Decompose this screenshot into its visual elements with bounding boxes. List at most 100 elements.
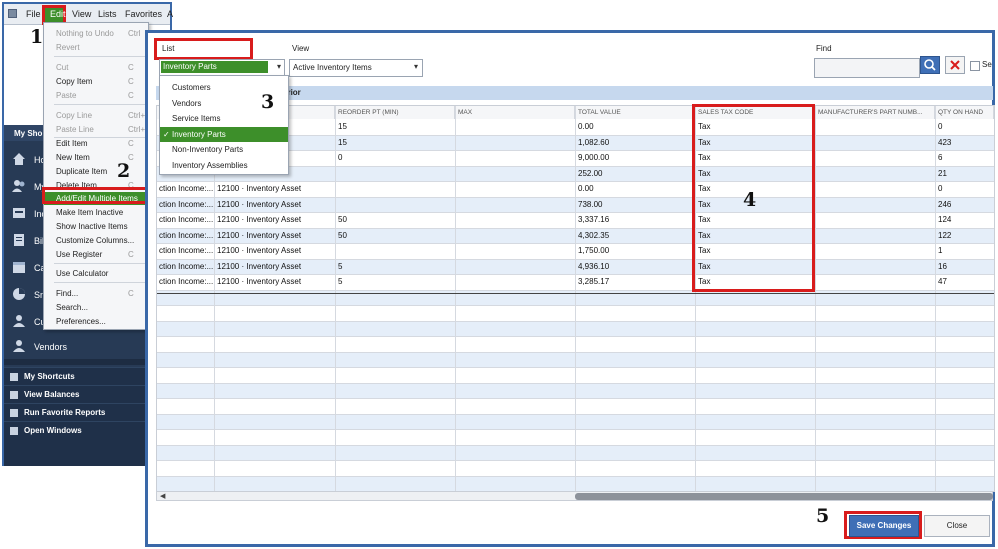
cell-asset[interactable]: 12100 · Inventory Asset — [217, 262, 334, 271]
cell-total[interactable]: 0.00 — [578, 184, 694, 193]
column-header-mfr-part-number[interactable]: MANUFACTURER'S PART NUMB... — [815, 106, 935, 119]
menu-item-make-inactive[interactable]: Make Item Inactive — [44, 206, 148, 219]
chevron-down-icon: ▾ — [413, 62, 418, 71]
cell-qty[interactable]: 1 — [938, 246, 993, 255]
menu-item-label: Show Inactive Items — [56, 222, 128, 231]
menu-separator — [54, 104, 146, 105]
cell-qty[interactable]: 6 — [938, 153, 993, 162]
column-header-total-value[interactable]: TOTAL VALUE — [575, 106, 695, 119]
menu-item-duplicate-item[interactable]: Duplicate Item — [44, 165, 148, 178]
cell-qty[interactable]: 124 — [938, 215, 993, 224]
find-button[interactable] — [920, 56, 940, 74]
menu-shortcut: C — [128, 91, 134, 100]
shortcut-icon — [10, 373, 18, 381]
cell-total[interactable]: 252.00 — [578, 169, 694, 178]
column-divider — [935, 106, 936, 491]
cell-total[interactable]: 3,337.16 — [578, 215, 694, 224]
menu-lists[interactable]: Lists — [98, 9, 117, 19]
menu-item-label: Edit Item — [56, 139, 88, 148]
cell-asset[interactable]: 12100 · Inventory Asset — [217, 184, 334, 193]
edit-menu-dropdown: Nothing to Undo Ctrl Revert Cut C Copy Ite… — [43, 22, 149, 330]
list-option[interactable]: Inventory Assemblies — [160, 158, 288, 173]
scroll-left-icon[interactable]: ◀ — [160, 492, 165, 500]
list-option[interactable]: ✓ Inventory Parts — [160, 126, 288, 142]
menu-item-use-register[interactable]: Use Register C — [44, 248, 148, 261]
menu-separator — [54, 263, 146, 264]
menu-item-edit-item[interactable]: Edit Item C — [44, 137, 148, 150]
cell-qty[interactable]: 21 — [938, 169, 993, 178]
cell-income[interactable]: ction Income:... — [159, 246, 214, 255]
cell-qty[interactable]: 246 — [938, 200, 993, 209]
cell-total[interactable]: 0.00 — [578, 122, 694, 131]
cell-income[interactable]: ction Income:... — [159, 215, 214, 224]
cell-asset[interactable]: 12100 · Inventory Asset — [217, 246, 334, 255]
menu-item-preferences[interactable]: Preferences... — [44, 315, 148, 328]
menu-item-copy-item[interactable]: Copy Item C — [44, 75, 148, 88]
cell-asset[interactable]: 12100 · Inventory Asset — [217, 200, 334, 209]
cell-reorder[interactable]: 50 — [338, 215, 454, 224]
menu-item-search[interactable]: Search... — [44, 301, 148, 314]
cell-asset[interactable]: 12100 · Inventory Asset — [217, 231, 334, 240]
menu-item-customize-columns[interactable]: Customize Columns... — [44, 234, 148, 247]
cell-qty[interactable]: 0 — [938, 122, 993, 131]
clear-find-button[interactable] — [945, 56, 965, 74]
find-input[interactable] — [814, 58, 920, 78]
horizontal-scrollbar[interactable]: ◀ — [156, 491, 993, 501]
cell-total[interactable]: 4,936.10 — [578, 262, 694, 271]
search-within-checkbox[interactable] — [970, 61, 980, 71]
menu-item-use-calculator[interactable]: Use Calculator — [44, 267, 148, 280]
scrollbar-thumb[interactable] — [575, 493, 993, 500]
menu-item-paste[interactable]: Paste C — [44, 89, 148, 102]
cell-reorder[interactable]: 0 — [338, 153, 454, 162]
menu-edit[interactable]: Edit — [50, 9, 66, 19]
menu-item-show-inactive[interactable]: Show Inactive Items — [44, 220, 148, 233]
cell-reorder[interactable]: 15 — [338, 138, 454, 147]
menu-item-find[interactable]: Find... C — [44, 287, 148, 300]
cell-income[interactable]: ction Income:... — [159, 277, 214, 286]
cell-total[interactable]: 9,000.00 — [578, 153, 694, 162]
menu-item-revert[interactable]: Revert — [44, 41, 148, 54]
menu-item-undo[interactable]: Nothing to Undo Ctrl — [44, 27, 148, 40]
cell-income[interactable]: ction Income:... — [159, 184, 214, 193]
cell-qty[interactable]: 122 — [938, 231, 993, 240]
cell-income[interactable]: ction Income:... — [159, 200, 214, 209]
menu-view[interactable]: View — [72, 9, 91, 19]
list-option[interactable]: Non-Inventory Parts — [160, 142, 288, 157]
menu-item-paste-line[interactable]: Paste Line Ctrl+ — [44, 123, 148, 136]
cell-total[interactable]: 4,302.35 — [578, 231, 694, 240]
menu-favorites[interactable]: Favorites — [125, 9, 162, 19]
cell-reorder[interactable]: 5 — [338, 277, 454, 286]
cell-qty[interactable]: 47 — [938, 277, 993, 286]
column-header-max[interactable]: MAX — [455, 106, 575, 119]
view-select[interactable]: Active Inventory Items ▾ — [289, 59, 423, 77]
cell-asset[interactable]: 12100 · Inventory Asset — [217, 277, 334, 286]
list-option[interactable]: Service Items — [160, 111, 288, 126]
cell-qty[interactable]: 0 — [938, 184, 993, 193]
save-changes-button[interactable]: Save Changes — [849, 515, 919, 537]
income-icon — [13, 208, 25, 218]
cell-total[interactable]: 1,750.00 — [578, 246, 694, 255]
cell-income[interactable]: ction Income:... — [159, 231, 214, 240]
menu-item-new-item[interactable]: New Item C — [44, 151, 148, 164]
column-header-qty-on-hand[interactable]: QTY ON HAND — [935, 106, 994, 119]
cell-qty[interactable]: 423 — [938, 138, 993, 147]
menu-item-copy-line[interactable]: Copy Line Ctrl+ — [44, 109, 148, 122]
cell-asset[interactable]: 12100 · Inventory Asset — [217, 215, 334, 224]
cell-reorder[interactable]: 50 — [338, 231, 454, 240]
cell-income[interactable]: ction Income:... — [159, 262, 214, 271]
menu-more[interactable]: A — [167, 9, 173, 19]
menu-shortcut: Ctrl+ — [128, 111, 146, 120]
cell-total[interactable]: 738.00 — [578, 200, 694, 209]
cell-reorder[interactable]: 15 — [338, 122, 454, 131]
menu-file[interactable]: File — [26, 9, 41, 19]
app-menu-icon[interactable] — [8, 9, 17, 18]
cell-total[interactable]: 1,082.60 — [578, 138, 694, 147]
cell-qty[interactable]: 16 — [938, 262, 993, 271]
close-button[interactable]: Close — [924, 515, 990, 537]
menu-item-label: Paste — [56, 91, 77, 100]
menu-item-cut[interactable]: Cut C — [44, 61, 148, 74]
column-header-reorder[interactable]: REORDER PT (MIN) — [335, 106, 455, 119]
cell-total[interactable]: 3,285.17 — [578, 277, 694, 286]
cell-reorder[interactable]: 5 — [338, 262, 454, 271]
step-number-2: 2 — [117, 160, 131, 182]
